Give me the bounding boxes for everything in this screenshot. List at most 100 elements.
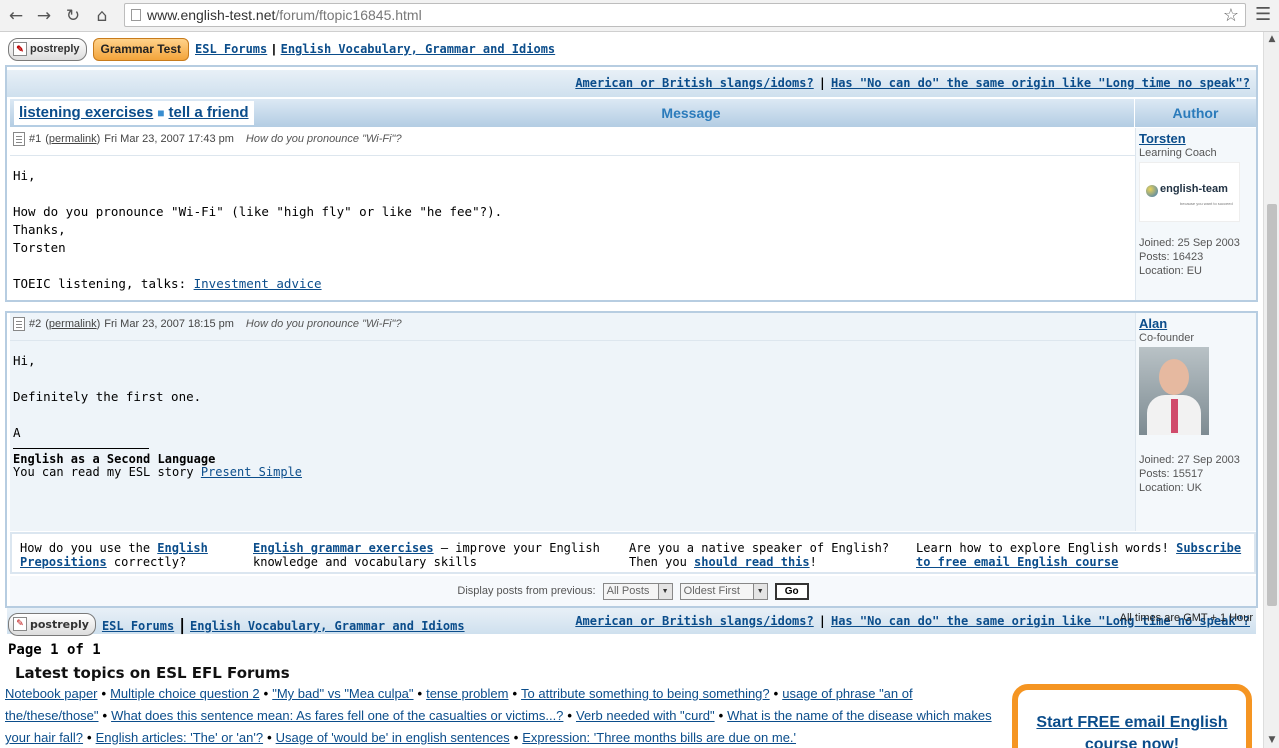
display-label: Display posts from previous: xyxy=(457,585,596,597)
bullet: • xyxy=(102,708,108,723)
go-button[interactable]: Go xyxy=(774,582,809,600)
bullet: • xyxy=(513,730,519,745)
scroll-up-icon[interactable]: ▲ xyxy=(1264,32,1279,47)
latest-topic-link[interactable]: Verb needed with "curd" xyxy=(576,708,715,723)
avatar-logo-tagline: because you want to succeed xyxy=(1180,201,1233,206)
start-email-course-link[interactable]: Start FREE email English course now! xyxy=(1036,714,1227,748)
next-topic-link[interactable]: Has "No can do" the same origin like "Lo… xyxy=(831,76,1250,90)
post-1-line-4: Torsten xyxy=(13,240,66,255)
bookmark-star-icon[interactable]: ☆ xyxy=(1223,4,1239,26)
post-2-number: #2 xyxy=(29,318,42,330)
promo-prepositions: How do you use the English Prepositions … xyxy=(20,541,240,569)
post-1-meta: #1 (permalink) Fri Mar 23, 2007 17:43 pm… xyxy=(13,132,402,146)
should-read-this-link[interactable]: should read this xyxy=(694,555,810,569)
prev-topic-link-bottom[interactable]: American or British slangs/idoms? xyxy=(575,614,813,628)
scrollbar-thumb[interactable] xyxy=(1267,204,1277,606)
post-1-subject: How do you pronounce "Wi-Fi"? xyxy=(245,133,402,145)
forum-topic-table: American or British slangs/idoms? | Has "N… xyxy=(5,65,1258,634)
scroll-down-icon[interactable]: ▼ xyxy=(1264,733,1279,748)
latest-topic-link[interactable]: Usage of 'would be' in english sentences xyxy=(276,730,510,745)
post-2-body: #2 (permalink) Fri Mar 23, 2007 18:15 pm… xyxy=(10,313,1135,531)
avatar-face-shape xyxy=(1159,359,1189,395)
post-2-meta: #2 (permalink) Fri Mar 23, 2007 18:15 pm… xyxy=(13,317,402,331)
latest-topic-link[interactable]: tense problem xyxy=(426,686,508,701)
crumb-esl-forums[interactable]: ESL Forums xyxy=(195,42,267,56)
post-2-line-3: A xyxy=(13,425,21,440)
present-simple-link[interactable]: Present Simple xyxy=(201,465,302,479)
reload-icon[interactable]: ↻ xyxy=(63,6,83,26)
post-1-permalink[interactable]: permalink xyxy=(49,133,97,145)
address-bar[interactable]: www.english-test.net/forum/ftopic16845.h… xyxy=(124,3,1246,27)
post-2-divider xyxy=(10,340,1135,341)
listening-exercises-link[interactable]: listening exercises xyxy=(19,104,153,121)
post-1-line-1: Hi, xyxy=(13,168,36,183)
author-rank: Learning Coach xyxy=(1139,147,1217,159)
post-1-line-2: How do you pronounce "Wi-Fi" (like "high… xyxy=(13,204,503,219)
bullet: • xyxy=(567,708,572,723)
promo-3-suffix: ! xyxy=(809,555,817,569)
author-joined: Joined: 27 Sep 2003 xyxy=(1139,454,1240,466)
globe-logo-icon xyxy=(1146,185,1158,197)
prev-topic-link[interactable]: American or British slangs/idoms? xyxy=(575,76,813,90)
avatar-logo-text: english-team xyxy=(1160,183,1228,195)
email-course-cta[interactable]: Start FREE email English course now! xyxy=(1012,684,1252,748)
postreply-button-bottom[interactable]: ✎ postreply xyxy=(8,612,96,636)
menu-icon[interactable]: ☰ xyxy=(1255,6,1271,24)
crumb-category[interactable]: English Vocabulary, Grammar and Idioms xyxy=(281,42,556,56)
latest-topic-link[interactable]: "My bad" vs "Mea culpa" xyxy=(272,686,413,701)
post-2-line-2: Definitely the first one. xyxy=(13,389,202,404)
author-name-alan[interactable]: Alan xyxy=(1139,317,1253,331)
latest-topic-link[interactable]: To attribute something to being somethin… xyxy=(521,686,770,701)
breadcrumb-bottom: ESL Forums | English Vocabulary, Grammar a… xyxy=(102,615,465,634)
bullet: • xyxy=(267,730,272,745)
author-location: Location: UK xyxy=(1139,482,1202,494)
posts-period-value: All Posts xyxy=(606,584,650,597)
bullet: • xyxy=(718,708,724,723)
posts-period-select[interactable]: All Posts ▼ xyxy=(602,582,673,600)
url-path: /forum/ftopic16845.html xyxy=(275,7,422,23)
post-1-line-3: Thanks, xyxy=(13,222,66,237)
post-2-permalink[interactable]: permalink xyxy=(49,318,97,330)
author-name-torsten[interactable]: Torsten xyxy=(1139,132,1253,146)
vertical-scrollbar[interactable]: ▲ ▼ xyxy=(1263,32,1279,748)
latest-topic-link[interactable]: Expression: 'Three months bills are due … xyxy=(522,730,796,745)
post-2: #2 (permalink) Fri Mar 23, 2007 18:15 pm… xyxy=(10,313,1256,531)
post-2-author: Alan Co-founder Joined: 27 Sep 2003 Post… xyxy=(1135,313,1256,531)
crumb-category-bottom[interactable]: English Vocabulary, Grammar and Idioms xyxy=(190,619,465,633)
forward-arrow-icon[interactable]: → xyxy=(34,6,54,26)
page-icon xyxy=(131,9,141,21)
sort-order-select[interactable]: Oldest First ▼ xyxy=(679,582,768,600)
post-1-divider xyxy=(10,155,1135,156)
page-viewport: ✎ postreply Grammar Test ESL Forums | Engli… xyxy=(0,32,1263,748)
home-icon[interactable]: ⌂ xyxy=(92,6,112,26)
post-separator xyxy=(5,300,1258,313)
post-2-line-1: Hi, xyxy=(13,353,36,368)
back-arrow-icon[interactable]: ← xyxy=(6,6,26,26)
breadcrumb: ESL Forums | English Vocabulary, Grammar a… xyxy=(195,42,555,56)
timezone-note: All times are GMT + 1 Hour xyxy=(1119,612,1253,624)
post-document-icon xyxy=(13,317,25,331)
tell-a-friend-link[interactable]: tell a friend xyxy=(169,104,249,121)
latest-topic-link[interactable]: Notebook paper xyxy=(5,686,98,701)
top-action-row: ✎ postreply Grammar Test ESL Forums | Engli… xyxy=(8,37,555,61)
grammar-exercises-link[interactable]: English grammar exercises xyxy=(253,541,434,555)
postreply-button[interactable]: ✎ postreply xyxy=(8,37,87,61)
header-tools: listening exercises ■ tell a friend xyxy=(14,101,254,125)
page-indicator: Page 1 of 1 xyxy=(8,642,101,658)
pencil-icon: ✎ xyxy=(13,617,27,631)
latest-topic-link[interactable]: Multiple choice question 2 xyxy=(110,686,260,701)
latest-topic-link[interactable]: English articles: 'The' or 'an'? xyxy=(96,730,263,745)
nav-separator: | xyxy=(818,614,826,628)
bullet-icon: ■ xyxy=(157,106,165,120)
latest-topic-link[interactable]: What does this sentence mean: As fares f… xyxy=(111,708,563,723)
post-2-subject: How do you pronounce "Wi-Fi"? xyxy=(245,318,402,330)
crumb-esl-forums-bottom[interactable]: ESL Forums xyxy=(102,619,174,633)
investment-advice-link[interactable]: Investment advice xyxy=(194,276,322,291)
chevron-down-icon: ▼ xyxy=(752,583,767,599)
post-1-permalink-wrap: (permalink) xyxy=(45,133,101,145)
promo-subscribe: Learn how to explore English words! Subs… xyxy=(916,541,1252,569)
display-options-bar: Display posts from previous: All Posts ▼ … xyxy=(10,576,1256,606)
grammar-test-button[interactable]: Grammar Test xyxy=(92,37,189,61)
promo-grammar: English grammar exercises — improve your… xyxy=(253,541,613,569)
bottom-action-row: ✎ postreply ESL Forums | English Vocabulary… xyxy=(8,612,465,636)
